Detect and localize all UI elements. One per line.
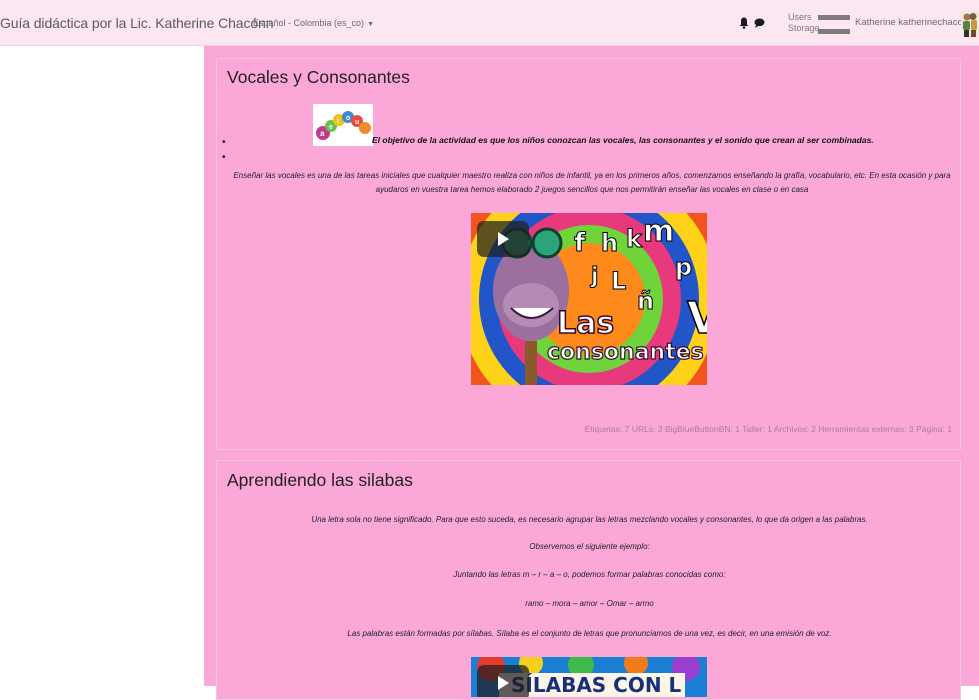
play-icon[interactable]	[477, 221, 529, 257]
storage-quota-label: Storage	[788, 23, 820, 33]
svg-text:h: h	[601, 229, 618, 257]
objective-text: El objetivo de la actividad es que los n…	[372, 135, 874, 145]
svg-text:p: p	[675, 253, 692, 281]
intro-paragraph: Enseñar las vocales es una de las tareas…	[233, 171, 951, 194]
svg-text:f: f	[574, 228, 586, 258]
bullet: •	[222, 152, 226, 163]
silabas-paragraph-4: ramo – mora – amor – Omar – armo	[525, 599, 654, 608]
language-label: Español - Colombia (es_co)	[253, 18, 365, 28]
abecedario-logo-image: a e i o u	[313, 104, 373, 146]
svg-text:consonantes: consonantes	[547, 340, 704, 365]
storage-quota-bar	[818, 29, 850, 34]
svg-text:L: L	[611, 267, 626, 295]
section-title[interactable]: Aprendiendo las silabas	[227, 470, 413, 491]
svg-text:SÍLABAS CON L: SÍLABAS CON L	[511, 673, 682, 697]
site-title[interactable]: Guía didáctica por la Lic. Katherine Cha…	[0, 15, 274, 31]
svg-text:e: e	[329, 124, 333, 131]
svg-text:k: k	[626, 225, 643, 253]
svg-text:Las: Las	[557, 306, 614, 341]
svg-text:a: a	[320, 129, 325, 138]
video-silabas-con-l[interactable]: SÍLABAS CON L	[471, 657, 707, 697]
silabas-paragraph-3: Juntando las letras m – r – a – o, podem…	[453, 570, 726, 579]
users-quota-label: Users	[788, 12, 812, 22]
users-quota-bar	[818, 15, 850, 20]
left-drawer	[0, 46, 203, 686]
caret-down-icon: ▼	[367, 21, 374, 28]
bell-icon[interactable]	[739, 17, 749, 29]
svg-text:m: m	[643, 214, 674, 249]
svg-text:V: V	[687, 293, 707, 344]
section-title[interactable]: Vocales y Consonantes	[227, 67, 410, 88]
svg-text:u: u	[355, 119, 359, 126]
silabas-paragraph-2: Observemos el siguiente ejemplo:	[529, 542, 650, 551]
silabas-paragraph-1: Una letra sola no tiene significado. Par…	[311, 515, 868, 524]
top-navbar: Guía didáctica por la Lic. Katherine Cha…	[0, 0, 979, 46]
bullet: •	[222, 137, 226, 148]
avatar[interactable]	[961, 11, 979, 37]
language-menu[interactable]: Español - Colombia (es_co) ▼	[253, 18, 374, 28]
section-vocales-consonantes: Vocales y Consonantes • • a e i o u El o…	[216, 58, 961, 450]
svg-text:i: i	[337, 118, 339, 125]
video-las-consonantes[interactable]: f h k m j L ñ p V Las consonantes	[471, 213, 707, 385]
svg-text:o: o	[346, 115, 350, 122]
svg-text:j: j	[590, 264, 599, 289]
silabas-paragraph-5: Las palabras están formadas por sílabas.…	[347, 629, 832, 638]
activity-counts: Etiquetas: 7 URLs: 3 BigBlueButtonBN: 1 …	[584, 424, 952, 434]
svg-text:ñ: ñ	[637, 287, 654, 315]
user-menu-name[interactable]: Katherine katherinechacon	[855, 17, 968, 28]
quota-labels: Users Storage	[788, 12, 820, 34]
play-icon[interactable]	[477, 665, 529, 697]
chat-icon[interactable]	[754, 18, 765, 28]
section-aprendiendo-silabas: Aprendiendo las silabas Una letra sola n…	[216, 460, 961, 700]
